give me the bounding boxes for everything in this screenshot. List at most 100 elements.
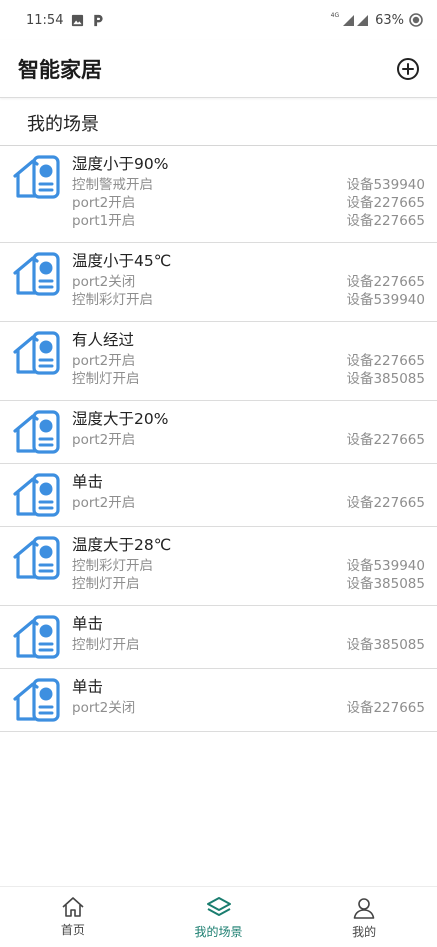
action-name: 控制彩灯开启: [72, 292, 153, 308]
action-device: 设备227665: [346, 213, 425, 229]
scene-icon: [0, 401, 72, 463]
battery-percent: 63%: [375, 12, 404, 28]
action-device: 设备539940: [346, 292, 425, 308]
scene-title: 单击: [72, 678, 104, 696]
action-device: 设备227665: [346, 700, 425, 716]
scene-action-row: 控制灯开启 设备385085: [72, 370, 425, 388]
scene-title: 单击: [72, 473, 104, 491]
scene-icon: [0, 527, 72, 605]
scene-body: 温度大于28℃ 控制彩灯开启 设备539940 控制灯开启 设备385085: [72, 527, 437, 605]
scene-icon: [0, 146, 72, 242]
scene-icon: [0, 669, 72, 731]
action-name: 控制灯开启: [72, 637, 140, 653]
scene-action-row: 控制灯开启 设备385085: [72, 636, 425, 654]
nav-label-home: 首页: [60, 923, 85, 937]
parking-app-icon: [92, 14, 104, 27]
action-name: port2开启: [72, 495, 136, 511]
action-name: 控制灯开启: [72, 371, 140, 387]
scene-body: 单击 port2关闭 设备227665: [72, 669, 437, 731]
status-left: 11:54: [26, 13, 104, 28]
action-name: port2关闭: [72, 274, 136, 290]
scene-body: 温度小于45℃ port2关闭 设备227665 控制彩灯开启 设备539940: [72, 243, 437, 321]
status-bar: 11:54 4G 63%: [0, 0, 437, 40]
smart-home-icon: [11, 535, 61, 605]
action-name: port2关闭: [72, 700, 136, 716]
nav-item-home[interactable]: 首页: [0, 887, 146, 947]
scene-title: 有人经过: [72, 331, 135, 349]
scene-list: 湿度小于90% 控制警戒开启 设备539940 port2开启 设备227665 port…: [0, 146, 437, 732]
scene-action-row: port2关闭 设备227665: [72, 699, 425, 717]
action-name: 控制彩灯开启: [72, 558, 153, 574]
scene-title: 湿度小于90%: [72, 155, 169, 173]
smart-home-icon: [11, 614, 61, 668]
scene-action-row: 控制警戒开启 设备539940: [72, 176, 425, 194]
app-header: 智能家居: [0, 40, 437, 98]
scene-item[interactable]: 有人经过 port2开启 设备227665 控制灯开启 设备385085: [0, 322, 437, 401]
scene-icon: [0, 243, 72, 321]
scene-title: 温度小于45℃: [72, 252, 172, 270]
action-name: port1开启: [72, 213, 136, 229]
smart-home-icon: [11, 409, 61, 463]
smart-home-icon: [11, 472, 61, 526]
nav-item-profile[interactable]: 我的: [291, 887, 437, 947]
status-time: 11:54: [26, 12, 64, 28]
scene-item[interactable]: 单击 port2开启 设备227665: [0, 464, 437, 527]
scene-icon: [0, 606, 72, 668]
image-icon: [71, 14, 84, 27]
action-device: 设备227665: [346, 353, 425, 369]
scene-body: 湿度小于90% 控制警戒开启 设备539940 port2开启 设备227665 port…: [72, 146, 437, 242]
scene-title: 温度大于28℃: [72, 536, 172, 554]
nav-label-scenes: 我的场景: [194, 925, 243, 939]
scene-body: 单击 port2开启 设备227665: [72, 464, 437, 526]
scene-item[interactable]: 湿度小于90% 控制警戒开启 设备539940 port2开启 设备227665 port…: [0, 146, 437, 243]
action-device: 设备385085: [346, 637, 425, 653]
action-device: 设备227665: [346, 195, 425, 211]
scene-icon: [0, 322, 72, 400]
action-name: 控制警戒开启: [72, 177, 153, 193]
scene-action-row: port2开启 设备227665: [72, 494, 425, 512]
page-title: 智能家居: [18, 57, 102, 82]
user-icon: [353, 898, 375, 919]
scene-title: 单击: [72, 615, 104, 633]
scene-item[interactable]: 单击控制灯开启 设备385085: [0, 606, 437, 669]
scene-title: 湿度大于20%: [72, 410, 169, 428]
action-name: port2开启: [72, 353, 136, 369]
section-header: 我的场景: [0, 100, 437, 146]
smart-home-icon: [11, 330, 61, 400]
smart-home-icon: [11, 251, 61, 321]
battery-icon: [409, 13, 423, 27]
scene-item[interactable]: 温度大于28℃ 控制彩灯开启 设备539940 控制灯开启 设备385085: [0, 527, 437, 606]
scene-action-row: port2开启 设备227665: [72, 194, 425, 212]
layers-icon: [206, 897, 231, 916]
scene-action-row: port2开启 设备227665: [72, 431, 425, 449]
scene-action-row: port1开启 设备227665: [72, 212, 425, 230]
scene-action-row: 控制彩灯开启 设备539940: [72, 557, 425, 575]
home-icon: [62, 897, 84, 917]
nav-label-profile: 我的: [352, 925, 377, 939]
signal-icon: [342, 14, 370, 27]
action-name: 控制灯开启: [72, 576, 140, 592]
action-name: port2开启: [72, 195, 136, 211]
action-device: 设备227665: [346, 495, 425, 511]
action-device: 设备385085: [346, 371, 425, 387]
scene-action-row: port2关闭 设备227665: [72, 273, 425, 291]
scene-item[interactable]: 温度小于45℃ port2关闭 设备227665 控制彩灯开启 设备539940: [0, 243, 437, 322]
network-type: 4G: [330, 11, 340, 19]
bottom-nav: 首页 我的场景 我的: [0, 886, 437, 947]
add-scene-button[interactable]: [395, 56, 421, 82]
scene-body: 有人经过 port2开启 设备227665 控制灯开启 设备385085: [72, 322, 437, 400]
scene-action-row: 控制灯开启 设备385085: [72, 575, 425, 593]
action-device: 设备227665: [346, 274, 425, 290]
scene-body: 湿度大于20% port2开启 设备227665: [72, 401, 437, 463]
nav-item-scenes[interactable]: 我的场景: [146, 887, 292, 947]
action-device: 设备227665: [346, 432, 425, 448]
scene-body: 单击控制灯开启 设备385085: [72, 606, 437, 668]
add-circle-icon: [397, 57, 419, 80]
section-title: 我的场景: [27, 113, 99, 135]
status-right: 4G 63%: [330, 11, 423, 28]
scene-item[interactable]: 单击 port2关闭 设备227665: [0, 669, 437, 732]
smart-home-icon: [11, 154, 61, 242]
action-device: 设备539940: [346, 558, 425, 574]
scene-item[interactable]: 湿度大于20% port2开启 设备227665: [0, 401, 437, 464]
smart-home-icon: [11, 677, 61, 731]
